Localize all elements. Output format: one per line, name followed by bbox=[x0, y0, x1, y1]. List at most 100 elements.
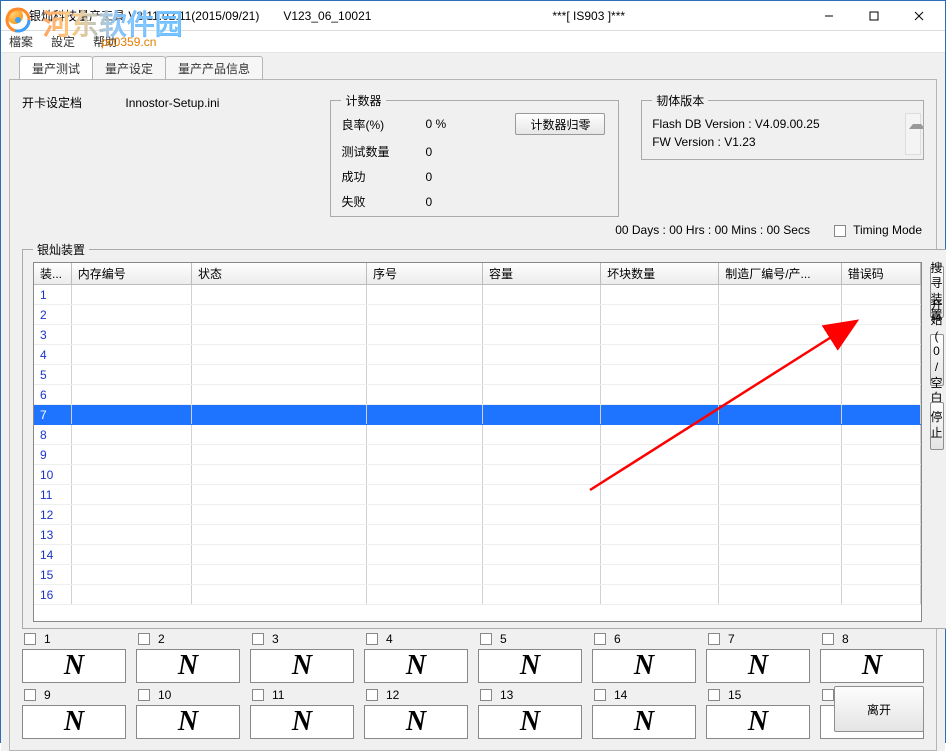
device-grid[interactable]: 装...内存编号状态序号容量坏块数量制造厂编号/产...错误码 12345678… bbox=[33, 262, 922, 622]
menu-help[interactable]: 帮助 bbox=[93, 33, 117, 50]
slot-number: 12 bbox=[386, 688, 399, 702]
slot-checkbox[interactable] bbox=[822, 633, 834, 645]
slot-number: 8 bbox=[842, 632, 849, 646]
slot-checkbox[interactable] bbox=[594, 689, 606, 701]
slot-status: N bbox=[478, 705, 582, 739]
table-row[interactable]: 2 bbox=[34, 305, 920, 325]
table-row[interactable]: 3 bbox=[34, 325, 920, 345]
table-row[interactable]: 14 bbox=[34, 545, 920, 565]
slot-checkbox[interactable] bbox=[24, 633, 36, 645]
slot: 13 N bbox=[478, 687, 582, 739]
tab-body: 开卡设定档 Innostor-Setup.ini 计数器 良率(%) 0 % 计… bbox=[9, 79, 937, 751]
testcount-value: 0 bbox=[425, 145, 515, 159]
slot-checkbox[interactable] bbox=[252, 633, 264, 645]
slot-number: 11 bbox=[272, 688, 284, 702]
table-row[interactable]: 5 bbox=[34, 365, 920, 385]
table-row[interactable]: 10 bbox=[34, 465, 920, 485]
menu-settings[interactable]: 設定 bbox=[51, 33, 75, 50]
timing-mode-label: Timing Mode bbox=[853, 223, 922, 237]
slot-checkbox[interactable] bbox=[708, 633, 720, 645]
timing-mode-checkbox[interactable] bbox=[834, 225, 846, 237]
slot-checkbox[interactable] bbox=[24, 689, 36, 701]
slot: 15N bbox=[706, 687, 810, 739]
slot-status: N bbox=[136, 705, 240, 739]
title-build: V123_06_10021 bbox=[283, 9, 371, 23]
table-row[interactable]: 9 bbox=[34, 445, 920, 465]
table-row[interactable]: 8 bbox=[34, 425, 920, 445]
slot-number: 4 bbox=[386, 632, 393, 646]
slot-checkbox[interactable] bbox=[480, 633, 492, 645]
slot-status: N bbox=[136, 649, 240, 683]
slot-number: 9 bbox=[44, 688, 51, 702]
slot-checkbox[interactable] bbox=[366, 633, 378, 645]
slot-checkbox[interactable] bbox=[480, 689, 492, 701]
slot: 3N bbox=[250, 631, 354, 683]
maximize-button[interactable] bbox=[851, 2, 896, 30]
fw-version: FW Version : V1.23 bbox=[652, 135, 913, 149]
tab-info[interactable]: 量产产品信息 bbox=[165, 56, 263, 79]
slot: 2N bbox=[136, 631, 240, 683]
slot-checkbox[interactable] bbox=[138, 633, 150, 645]
counter-reset-button[interactable]: 计数器归零 bbox=[515, 113, 605, 135]
table-row[interactable]: 13 bbox=[34, 525, 920, 545]
column-header[interactable]: 序号 bbox=[367, 263, 483, 285]
table-row[interactable]: 1 bbox=[34, 285, 920, 305]
tab-test[interactable]: 量产测试 bbox=[19, 56, 93, 80]
column-header[interactable]: 装... bbox=[34, 263, 71, 285]
slot-number: 15 bbox=[728, 688, 741, 702]
table-row[interactable]: 11 bbox=[34, 485, 920, 505]
slot-status: N bbox=[22, 649, 126, 683]
slots: 1N2N3N4N5N6N7N8N 9N10N11N12N13N14N15N16N bbox=[22, 631, 924, 739]
slot-number: 7 bbox=[728, 632, 735, 646]
table-row[interactable]: 16 bbox=[34, 585, 920, 605]
slot-number: 1 bbox=[44, 632, 51, 646]
column-header[interactable]: 容量 bbox=[482, 263, 600, 285]
column-header[interactable]: 状态 bbox=[192, 263, 367, 285]
fail-value: 0 bbox=[425, 195, 515, 209]
firmware-scrollbar[interactable] bbox=[905, 113, 921, 155]
app-window: 河东软件园 pc0359.cn 银灿科技量产工具 V2.11.02.11(201… bbox=[0, 0, 946, 743]
tabs: 量产测试 量产设定 量产产品信息 开卡设定档 Innostor-Setup.in… bbox=[1, 53, 945, 751]
counter-group: 计数器 良率(%) 0 % 计数器归零 测试数量 0 成功 0 失败 0 bbox=[330, 92, 619, 217]
title-model: ***[ IS903 ]*** bbox=[552, 9, 625, 23]
slot-status: N bbox=[364, 705, 468, 739]
menu-file[interactable]: 檔案 bbox=[9, 33, 33, 50]
minimize-button[interactable] bbox=[806, 2, 851, 30]
ok-value: 0 bbox=[425, 170, 515, 184]
firmware-group: 韧体版本 Flash DB Version : V4.09.00.25 FW V… bbox=[641, 92, 924, 160]
slot: 9N bbox=[22, 687, 126, 739]
slot: 5N bbox=[478, 631, 582, 683]
slot-number: 13 bbox=[500, 688, 513, 702]
stop-button[interactable]: 停止 bbox=[930, 402, 944, 450]
slot-checkbox[interactable] bbox=[822, 689, 834, 701]
slot-status: N bbox=[706, 649, 810, 683]
slot-status: N bbox=[592, 705, 696, 739]
table-row[interactable]: 12 bbox=[34, 505, 920, 525]
slot-number: 2 bbox=[158, 632, 165, 646]
slot: 11 N bbox=[250, 687, 354, 739]
table-row[interactable]: 7 bbox=[34, 405, 920, 425]
table-row[interactable]: 15 bbox=[34, 565, 920, 585]
column-header[interactable]: 坏块数量 bbox=[601, 263, 719, 285]
start-button[interactable]: 开始 ( 0 / 空白 ) bbox=[930, 334, 944, 386]
slot: 10N bbox=[136, 687, 240, 739]
table-row[interactable]: 4 bbox=[34, 345, 920, 365]
slot-checkbox[interactable] bbox=[708, 689, 720, 701]
exit-button[interactable]: 离开 bbox=[834, 686, 924, 732]
slot-number: 14 bbox=[614, 688, 627, 702]
slot-status: N bbox=[22, 705, 126, 739]
timing-mode-option[interactable]: Timing Mode bbox=[834, 223, 922, 237]
fail-label: 失败 bbox=[341, 193, 425, 210]
close-button[interactable] bbox=[896, 2, 941, 30]
table-row[interactable]: 6 bbox=[34, 385, 920, 405]
column-header[interactable]: 内存编号 bbox=[71, 263, 191, 285]
slot-checkbox[interactable] bbox=[594, 633, 606, 645]
slot: 8N bbox=[820, 631, 924, 683]
tab-config[interactable]: 量产设定 bbox=[92, 56, 166, 79]
slot-checkbox[interactable] bbox=[366, 689, 378, 701]
slot-status: N bbox=[250, 705, 354, 739]
slot-checkbox[interactable] bbox=[252, 689, 264, 701]
slot-checkbox[interactable] bbox=[138, 689, 150, 701]
column-header[interactable]: 错误码 bbox=[841, 263, 920, 285]
column-header[interactable]: 制造厂编号/产... bbox=[719, 263, 842, 285]
